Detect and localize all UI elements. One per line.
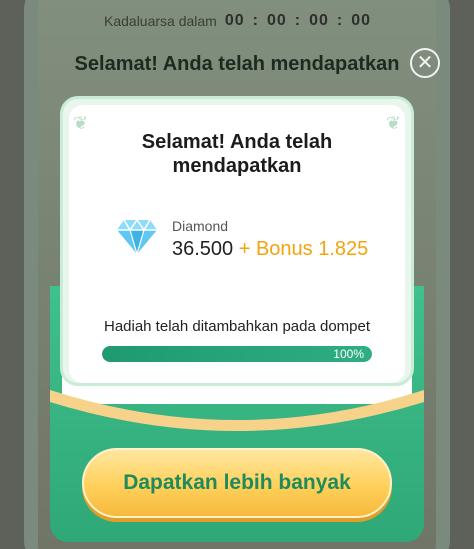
timer-separator: : (294, 12, 302, 29)
background-title: Selamat! Anda telah mendapatkan (74, 53, 400, 75)
close-button[interactable]: ✕ (410, 48, 440, 78)
timer-separator: : (252, 12, 259, 29)
timer-hours: 00 (224, 12, 245, 29)
get-more-button[interactable]: Dapatkan lebih banyak (82, 448, 392, 518)
diamond-icon (117, 218, 157, 256)
envelope-flap (50, 390, 424, 431)
reward-bonus: + Bonus 1.825 (238, 238, 369, 260)
reward-item: Diamond 36.500 + Bonus 1.825 (116, 210, 376, 270)
popup-title-line: Selamat! Anda telah (141, 131, 333, 153)
wallet-added-message: Hadiah telah ditambahkan pada dompet (103, 318, 371, 335)
reward-name: Diamond (172, 218, 229, 234)
expiry-timer-label: Kadaluarsa dalam (104, 13, 217, 29)
progress-label: 100% (333, 347, 364, 361)
background-edge-right (446, 0, 474, 549)
timer-minutes: 00 (266, 12, 287, 29)
timer-separator: : (336, 12, 344, 29)
expiry-timer: Kadaluarsa dalam 00 : 00 : 00 : 00 (78, 6, 376, 36)
popup-title-line: mendapatkan (172, 155, 302, 177)
popup-title: Selamat! Anda telah mendapatkan (0, 130, 474, 178)
progress-bar: 100% (102, 346, 372, 362)
reward-amount-line: 36.500 + Bonus 1.825 (172, 238, 368, 261)
close-icon: ✕ (416, 52, 434, 74)
timer-centiseconds: 00 (351, 12, 372, 29)
progress-fill (102, 346, 372, 362)
timer-seconds: 00 (309, 12, 329, 29)
get-more-button-label: Dapatkan lebih banyak (123, 471, 351, 494)
reward-amount: 36.500 (172, 238, 234, 260)
